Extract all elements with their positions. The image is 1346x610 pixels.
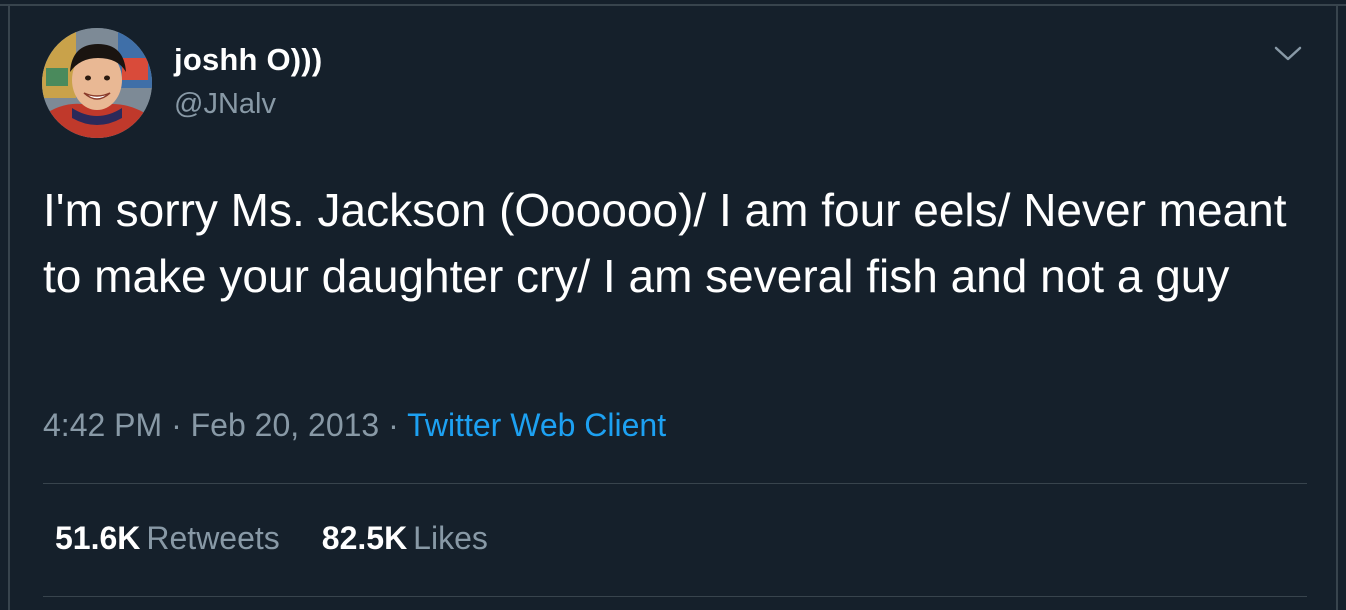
retweets-stat[interactable]: 51.6K Retweets — [55, 520, 280, 557]
avatar[interactable] — [42, 28, 152, 138]
tweet-source-link[interactable]: Twitter Web Client — [407, 407, 666, 443]
divider — [43, 483, 1307, 484]
card-border-left — [8, 4, 10, 610]
divider — [43, 596, 1307, 597]
card-border-top — [0, 4, 1346, 6]
card-border-right — [1336, 4, 1338, 610]
tweet-time[interactable]: 4:42 PM — [43, 407, 162, 443]
likes-count: 82.5K — [321, 520, 408, 556]
user-display-name[interactable]: joshh O))) — [174, 42, 322, 78]
retweets-count: 51.6K — [55, 520, 141, 556]
likes-stat[interactable]: 82.5K Likes — [322, 520, 488, 557]
tweet-stats: 51.6K Retweets 82.5K Likes — [55, 520, 530, 557]
meta-separator: · — [162, 407, 191, 443]
likes-label: Likes — [413, 520, 488, 556]
tweet-text: I'm sorry Ms. Jackson (Oooooo)/ I am fou… — [43, 184, 1287, 302]
user-handle[interactable]: @JNalv — [174, 88, 276, 121]
chevron-down-icon[interactable] — [1270, 40, 1306, 66]
meta-separator: · — [379, 407, 408, 443]
tweet-meta: 4:42 PM · Feb 20, 2013 · Twitter Web Cli… — [43, 407, 666, 444]
retweets-label: Retweets — [146, 520, 280, 556]
avatar-photo — [42, 28, 152, 138]
tweet-date[interactable]: Feb 20, 2013 — [191, 407, 380, 443]
